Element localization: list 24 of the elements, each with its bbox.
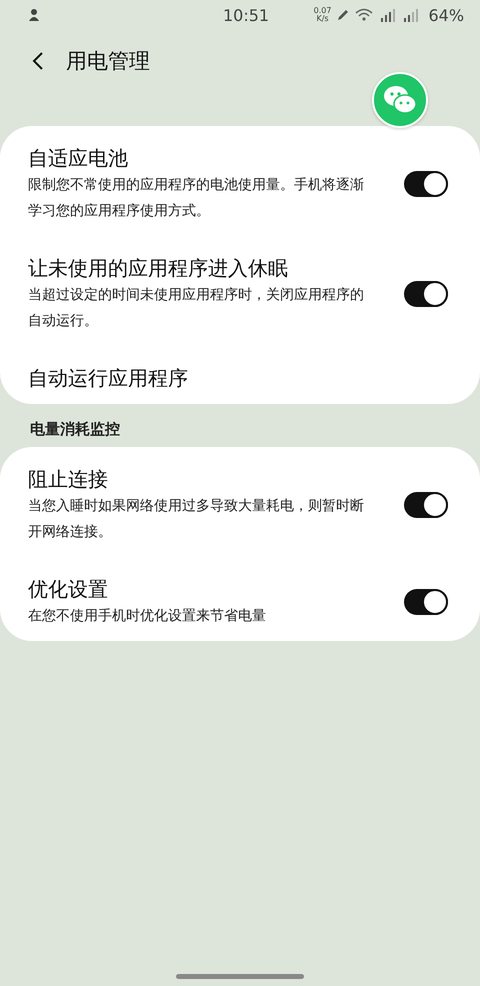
signal-icon	[378, 8, 396, 22]
network-speed: 0.07 K/s	[314, 7, 332, 23]
setting-title[interactable]: 自适应电池	[28, 144, 128, 172]
setting-description: 当超过设定的时间未使用应用程序时，关闭应用程序的自动运行。	[28, 286, 365, 331]
setting-description: 在您不使用手机时优化设置来节省电量	[28, 607, 266, 626]
setting-title[interactable]: 优化设置	[28, 575, 108, 603]
signal-icon	[401, 8, 420, 22]
battery-level: 64%	[428, 6, 464, 24]
setting-title[interactable]: 让未使用的应用程序进入休眠	[28, 254, 288, 282]
setting-title[interactable]: 阻止连接	[28, 465, 108, 493]
pen-icon	[336, 8, 350, 22]
toggle-switch[interactable]	[404, 171, 448, 197]
toggle-switch[interactable]	[404, 492, 448, 518]
toggle-switch[interactable]	[404, 281, 448, 307]
clock: 10:51	[222, 6, 270, 24]
page-title: 用电管理	[66, 48, 150, 75]
section-heading: 电量消耗监控	[29, 419, 121, 440]
toggle-switch[interactable]	[404, 589, 448, 615]
wifi-icon	[355, 8, 374, 22]
setting-title[interactable]: 自动运行应用程序	[28, 364, 188, 392]
back-icon	[32, 52, 44, 70]
notification-icon	[28, 8, 40, 22]
setting-description: 当您入睡时如果网络使用过多导致大量耗电，则暂时断开网络连接。	[28, 497, 365, 542]
setting-description: 限制您不常使用的应用程序的电池使用量。手机将逐渐学习您的应用程序使用方式。	[28, 176, 365, 221]
